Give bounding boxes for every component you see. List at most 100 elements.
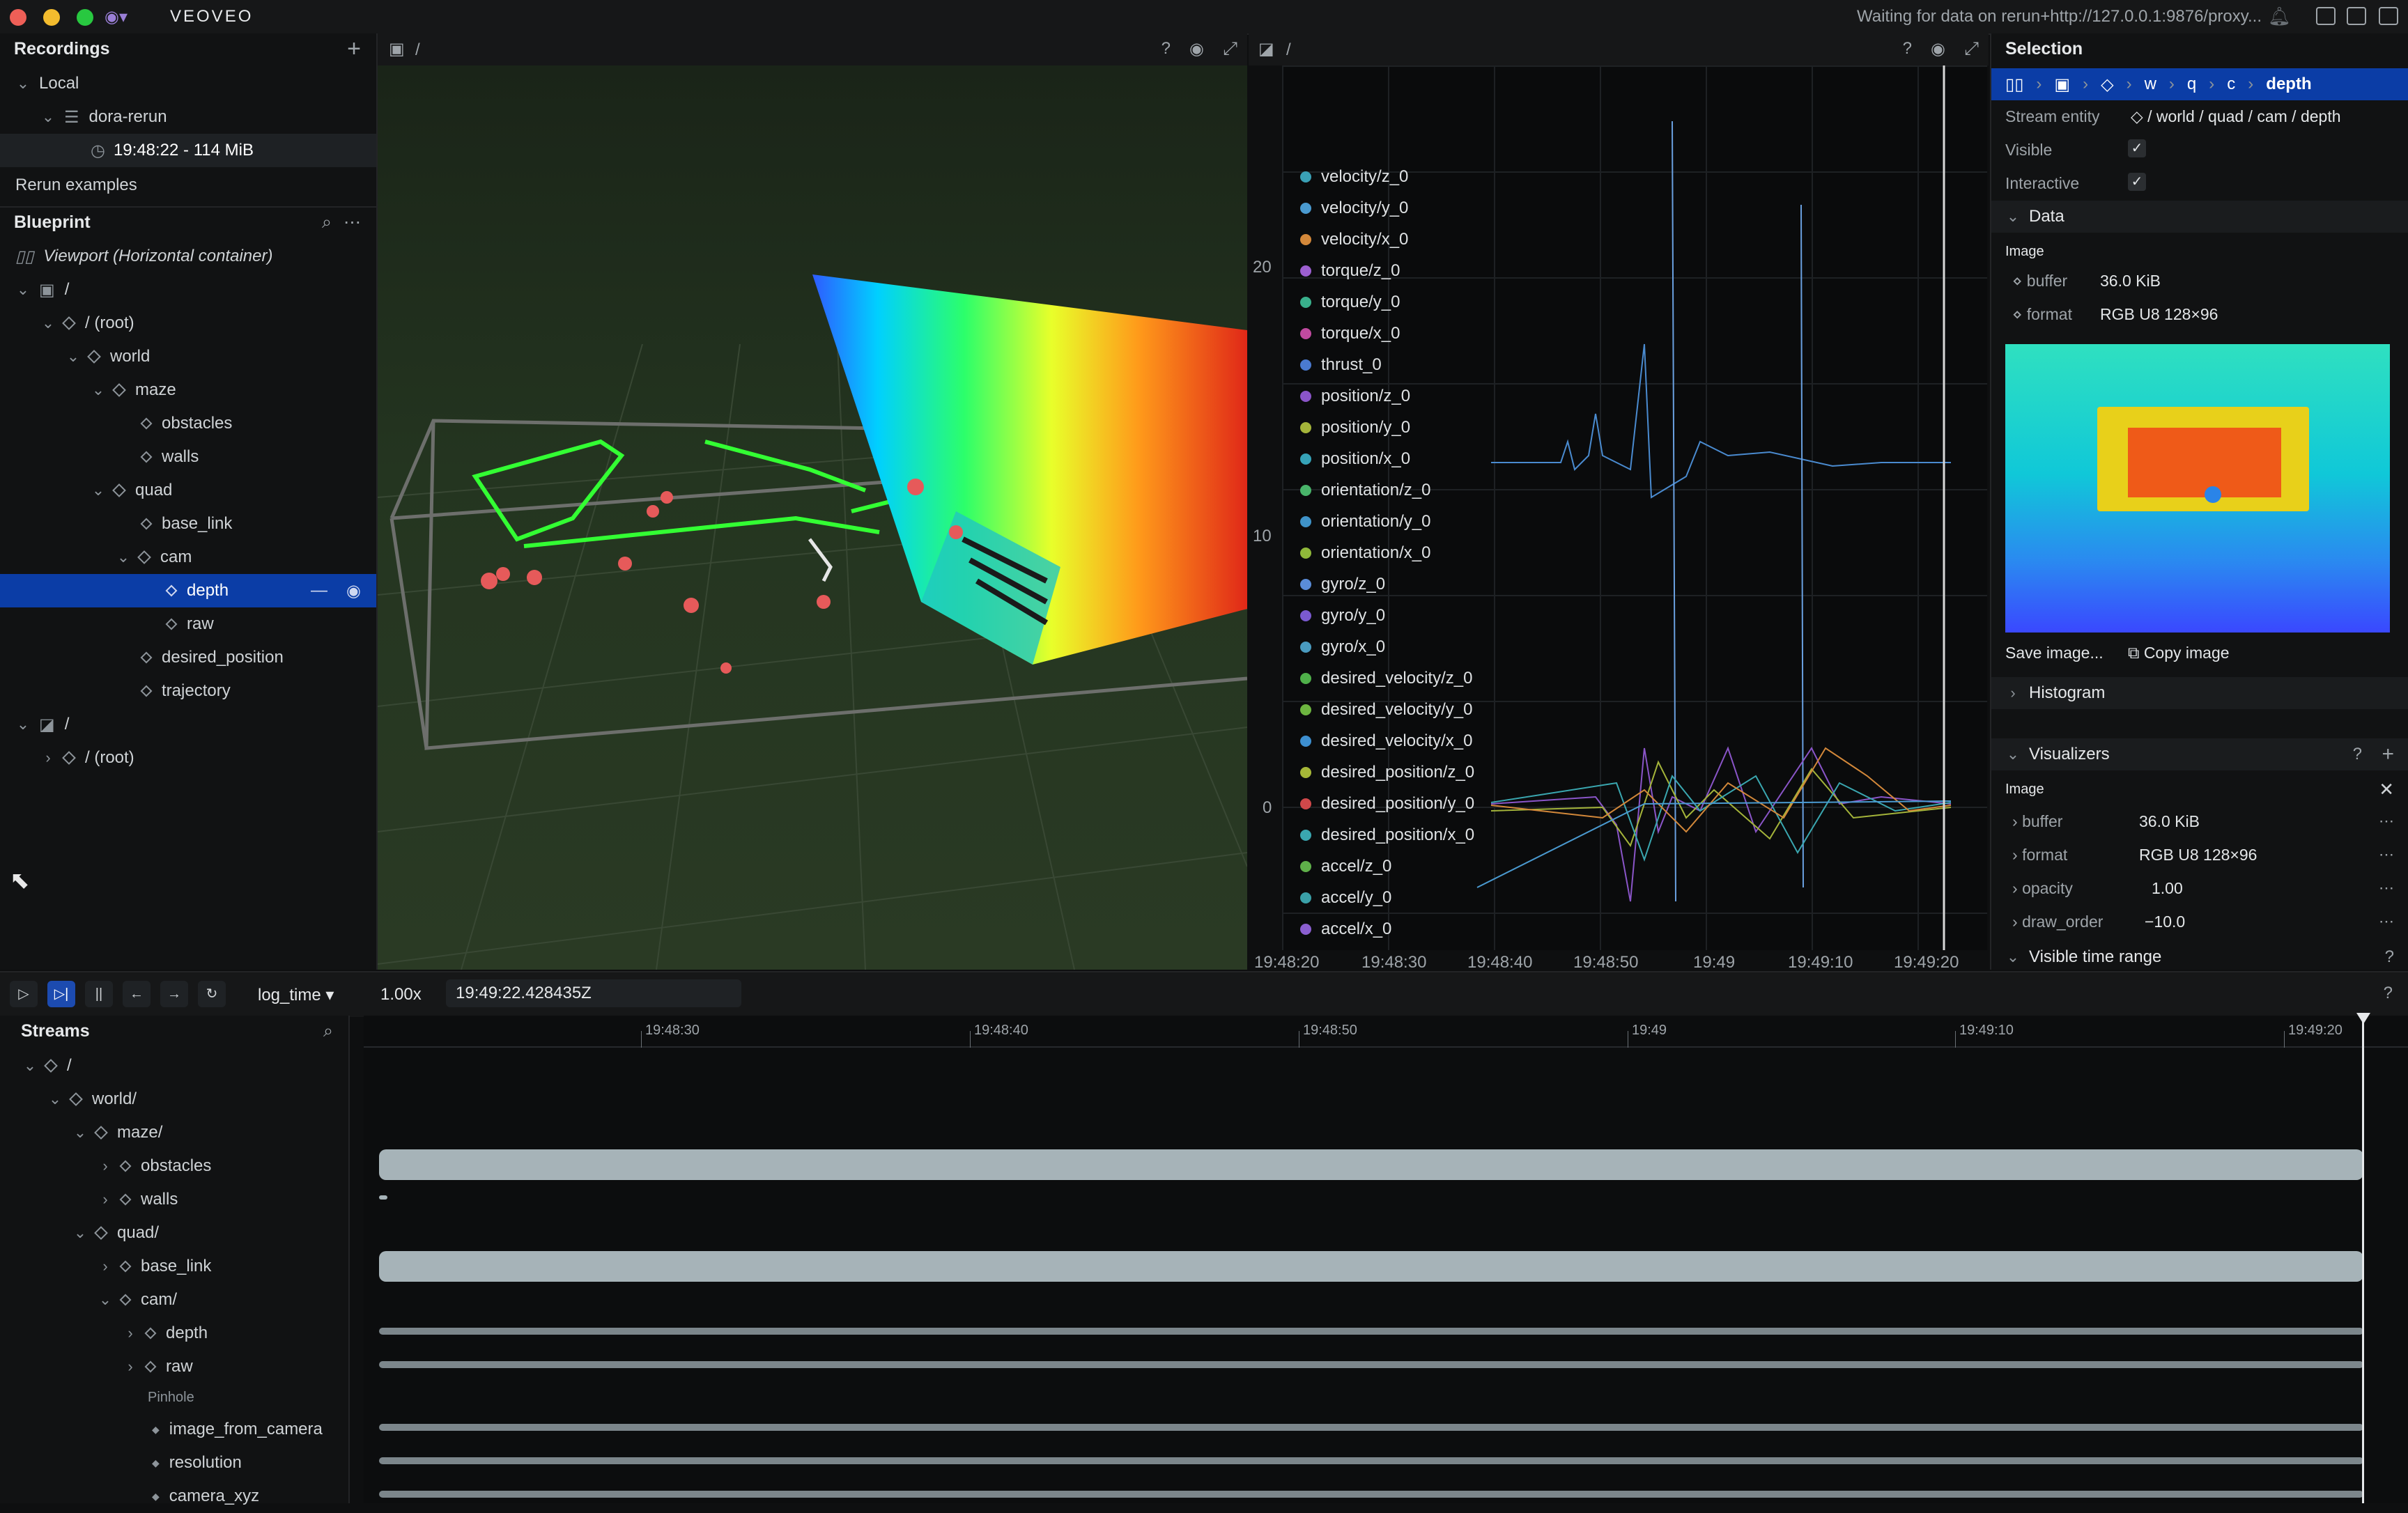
more-options-icon[interactable]: ⋯	[344, 212, 361, 233]
legend-entry[interactable]: accel/x_0	[1300, 914, 1391, 945]
loop-icon[interactable]: ↻	[198, 981, 226, 1007]
remove-icon[interactable]: —	[311, 581, 327, 600]
current-time-field[interactable]: 19:49:22.428435Z	[446, 979, 741, 1007]
visualizers-section-header[interactable]: ⌄ Visualizers ? +	[1991, 738, 2408, 770]
rerun-examples-link[interactable]: Rerun examples	[15, 169, 137, 202]
pause-icon[interactable]: ||	[85, 981, 113, 1007]
viz-format-label[interactable]: › format	[2012, 846, 2067, 864]
help-icon[interactable]: ?	[2385, 947, 2394, 967]
viz-draw-order-value[interactable]: −10.0	[2145, 913, 2185, 931]
eye-icon[interactable]: ◉	[1189, 39, 1204, 59]
stream-quad[interactable]: ⌄ quad/	[72, 1216, 159, 1250]
eye-icon[interactable]: ◉	[1931, 39, 1945, 59]
blueprint-view-timeseries[interactable]: ⌄ ◪ /	[15, 708, 70, 741]
legend-entry[interactable]: torque/z_0	[1300, 256, 1400, 286]
blueprint-base-link[interactable]: base_link	[140, 507, 232, 541]
legend-entry[interactable]: orientation/x_0	[1300, 538, 1430, 568]
blueprint-maze[interactable]: ⌄ maze	[91, 373, 176, 407]
stream-cam[interactable]: ⌄ cam/	[98, 1283, 177, 1317]
timeseries-path[interactable]: /	[1286, 40, 1291, 60]
legend-entry[interactable]: desired_position/y_0	[1300, 789, 1474, 819]
play-icon[interactable]: ▷	[10, 981, 38, 1007]
stream-camera-xyz[interactable]: ◆ camera_xyz	[152, 1480, 259, 1513]
breadcrumb-w[interactable]: w	[2145, 75, 2156, 94]
visible-time-range-header[interactable]: ⌄ Visible time range ?	[1991, 945, 2408, 970]
legend-entry[interactable]: position/z_0	[1300, 381, 1410, 412]
toggle-right-panel-icon[interactable]	[2379, 7, 2398, 25]
legend-entry[interactable]: orientation/z_0	[1300, 475, 1430, 506]
blueprint-raw[interactable]: raw	[165, 607, 214, 641]
toggle-bottom-panel-icon[interactable]	[2347, 7, 2366, 25]
depth-image-preview[interactable]	[2005, 344, 2390, 633]
histogram-section-header[interactable]: › Histogram	[1991, 677, 2408, 709]
blueprint-depth-selected[interactable]: depth — ◉	[0, 574, 376, 607]
viz-opacity-label[interactable]: › opacity	[2012, 879, 2073, 898]
legend-entry[interactable]: torque/y_0	[1300, 287, 1400, 318]
stream-bar-resolution[interactable]	[379, 1457, 2363, 1464]
stream-base-link[interactable]: › base_link	[98, 1250, 211, 1283]
legend-entry[interactable]: position/y_0	[1300, 412, 1410, 443]
step-back-icon[interactable]: ←	[123, 981, 150, 1007]
stream-image-from-camera[interactable]: ◆ image_from_camera	[152, 1413, 323, 1446]
rerun-menu-icon[interactable]: ◉▾	[105, 7, 128, 27]
more-options-icon[interactable]: ⋯	[2379, 846, 2394, 864]
data-section-header[interactable]: ⌄ Data	[1991, 201, 2408, 233]
stream-entity-value[interactable]: ◇ / world / quad / cam / depth	[2131, 107, 2341, 126]
recording-entry[interactable]: ◷ 19:48:22 - 114 MiB	[0, 134, 376, 167]
stream-walls[interactable]: › walls	[98, 1183, 178, 1216]
blueprint-root[interactable]: ⌄ / (root)	[40, 307, 134, 340]
viewport-container[interactable]: ▯▯ Viewport (Horizontal container)	[15, 240, 272, 273]
help-icon[interactable]: ?	[1161, 39, 1171, 59]
blueprint-view-3d[interactable]: ⌄ ▣ /	[15, 273, 70, 307]
help-icon[interactable]: ?	[2353, 745, 2362, 764]
playback-speed[interactable]: 1.00x	[380, 985, 422, 1004]
stream-bar-quad[interactable]	[379, 1251, 2363, 1282]
interactive-checkbox[interactable]: ✓	[2128, 173, 2146, 191]
timeline-selector[interactable]: log_time ▾	[258, 985, 334, 1005]
close-window-button[interactable]	[10, 9, 26, 26]
search-icon[interactable]: ⌕	[322, 212, 332, 233]
blueprint-world[interactable]: ⌄ world	[65, 340, 150, 373]
time-cursor-handle[interactable]	[2356, 1013, 2370, 1024]
legend-entry[interactable]: gyro/z_0	[1300, 569, 1385, 600]
breadcrumb-c[interactable]: c	[2227, 75, 2235, 94]
blueprint-quad[interactable]: ⌄ quad	[91, 474, 173, 507]
search-icon[interactable]: ⌕	[323, 1021, 333, 1041]
legend-entry[interactable]: gyro/y_0	[1300, 600, 1385, 631]
blueprint-trajectory[interactable]: trajectory	[140, 674, 231, 708]
maximize-icon[interactable]: ⤢	[1223, 38, 1237, 60]
help-icon[interactable]: ?	[1903, 39, 1912, 59]
legend-entry[interactable]: velocity/y_0	[1300, 193, 1408, 224]
legend-entry[interactable]: velocity/z_0	[1300, 162, 1408, 192]
stream-maze[interactable]: ⌄ maze/	[72, 1116, 163, 1149]
legend-entry[interactable]: thrust_0	[1300, 350, 1382, 380]
legend-entry[interactable]: desired_velocity/z_0	[1300, 663, 1472, 694]
stream-world[interactable]: ⌄ world/	[47, 1083, 137, 1116]
blueprint-walls[interactable]: walls	[140, 440, 199, 474]
blueprint-desired-position[interactable]: desired_position	[140, 641, 284, 674]
visible-checkbox[interactable]: ✓	[2128, 139, 2146, 157]
breadcrumb-depth[interactable]: depth	[2266, 75, 2311, 94]
blueprint-cam[interactable]: ⌄ cam	[116, 541, 192, 574]
recording-dora-rerun[interactable]: ⌄ ☰ dora-rerun	[40, 100, 167, 134]
add-visualizer-icon[interactable]: +	[2382, 743, 2394, 766]
follow-icon[interactable]: ▷|	[47, 981, 75, 1007]
legend-entry[interactable]: accel/y_0	[1300, 883, 1391, 913]
3d-view-icon[interactable]: ▣	[2054, 75, 2070, 95]
stream-depth[interactable]: › depth	[123, 1317, 208, 1350]
add-recording-icon[interactable]: +	[347, 36, 361, 63]
minimize-window-button[interactable]	[43, 9, 60, 26]
viz-opacity-value[interactable]: 1.00	[2152, 879, 2183, 898]
view3d-canvas[interactable]	[378, 65, 1247, 970]
stream-bar-camera-xyz[interactable]	[379, 1491, 2363, 1498]
viz-draw-order-label[interactable]: › draw_order	[2012, 913, 2103, 931]
close-icon[interactable]: ✕	[2379, 779, 2394, 800]
eye-icon[interactable]: ◉	[346, 581, 361, 601]
container-icon[interactable]: ▯▯	[2005, 75, 2023, 95]
entity-icon[interactable]: ◇	[2101, 75, 2113, 95]
viz-buffer-label[interactable]: › buffer	[2012, 812, 2062, 831]
time-cursor[interactable]	[2362, 1017, 2364, 1503]
stream-bar-depth[interactable]	[379, 1328, 2363, 1335]
stream-bar-maze[interactable]	[379, 1149, 2363, 1180]
maximize-window-button[interactable]	[77, 9, 93, 26]
